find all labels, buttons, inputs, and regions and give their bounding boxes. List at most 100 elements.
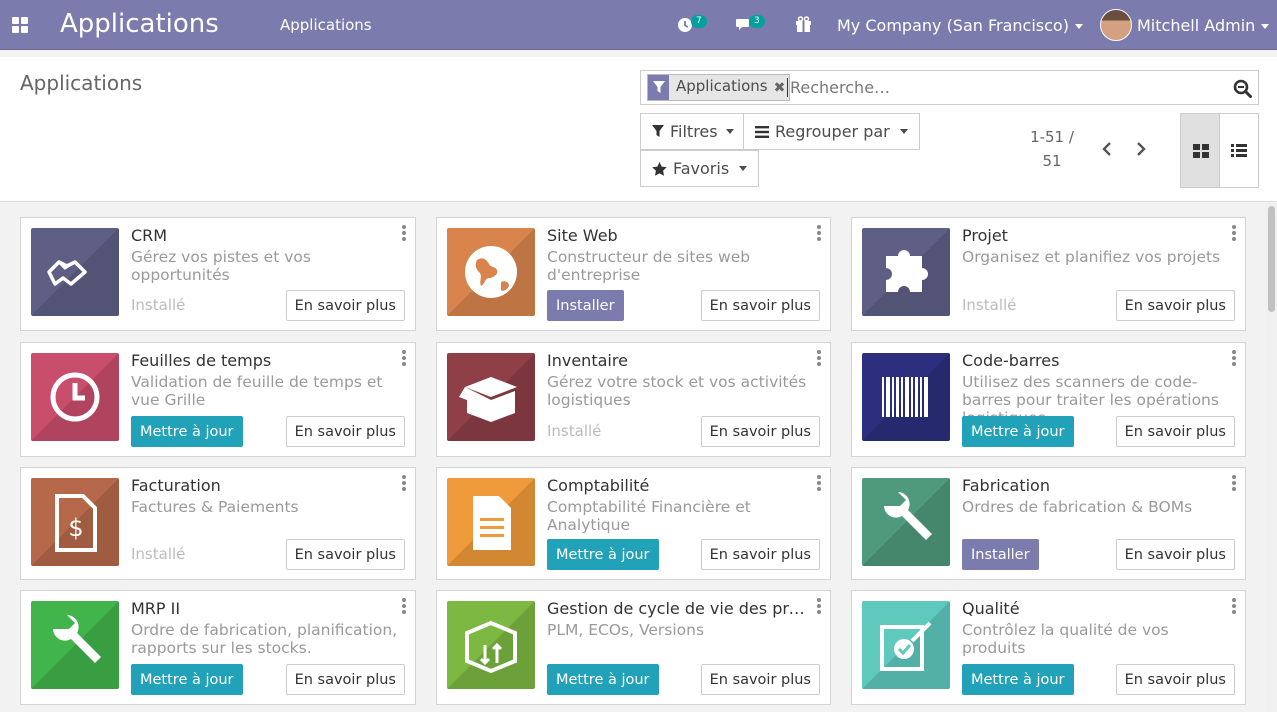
app-card[interactable]: MRP II Ordre de fabrication, planificatio…: [20, 590, 416, 705]
app-icon-tile: [862, 353, 950, 441]
app-icon-tile: [862, 478, 950, 566]
install-button[interactable]: Installer: [547, 290, 624, 321]
handshake-icon: [31, 228, 119, 316]
svg-text:$: $: [68, 514, 83, 542]
filters-button[interactable]: Filtres: [640, 113, 746, 150]
list-icon: [755, 125, 769, 138]
groupby-button[interactable]: Regrouper par: [743, 113, 920, 150]
avatar[interactable]: [1100, 9, 1132, 41]
pager-previous-icon[interactable]: [1101, 141, 1113, 157]
card-menu-icon[interactable]: [817, 475, 821, 493]
app-icon-tile: $: [31, 478, 119, 566]
install-button[interactable]: Installer: [962, 539, 1039, 570]
learn-more-button[interactable]: En savoir plus: [700, 539, 820, 570]
app-switcher-icon[interactable]: [12, 17, 28, 33]
card-menu-icon[interactable]: [402, 350, 406, 368]
favorites-button[interactable]: Favoris: [640, 150, 760, 187]
company-name: My Company (San Francisco): [837, 16, 1069, 35]
wrench-icon: [31, 601, 119, 689]
app-description: PLM, ECOs, Versions: [547, 621, 705, 639]
filters-label: Filtres: [670, 122, 718, 141]
app-icon-tile: [31, 228, 119, 316]
user-name: Mitchell Admin: [1137, 16, 1256, 35]
app-description: Validation de feuille de temps et vue Gr…: [131, 373, 383, 409]
card-menu-icon[interactable]: [817, 225, 821, 243]
message-count-badge: 3: [749, 15, 765, 28]
upgrade-button[interactable]: Mettre à jour: [131, 664, 243, 695]
app-description: Gérez vos pistes et vos opportunités: [131, 248, 311, 284]
card-menu-icon[interactable]: [1232, 598, 1236, 616]
upgrade-button[interactable]: Mettre à jour: [547, 664, 659, 695]
wrench-icon: [862, 478, 950, 566]
app-icon-tile: [447, 601, 535, 689]
app-name: Comptabilité: [547, 476, 650, 495]
learn-more-button[interactable]: En savoir plus: [285, 664, 405, 695]
app-card[interactable]: Gestion de cycle de vie des pro… PLM, ECO…: [436, 590, 831, 705]
app-card[interactable]: Fabrication Ordres de fabrication & BOMs I…: [851, 467, 1246, 580]
upgrade-button[interactable]: Mettre à jour: [962, 664, 1074, 695]
learn-more-button[interactable]: En savoir plus: [285, 539, 405, 570]
app-card[interactable]: Projet Organisez et planifiez vos projets…: [851, 217, 1246, 331]
app-status: Installé: [131, 545, 186, 563]
kanban-view-button[interactable]: [1180, 113, 1220, 188]
card-menu-icon[interactable]: [1232, 350, 1236, 368]
app-card[interactable]: Site Web Constructeur de sites web d'entr…: [436, 217, 831, 331]
learn-more-button[interactable]: En savoir plus: [700, 290, 820, 321]
app-card[interactable]: Comptabilité Comptabilité Financière et A…: [436, 467, 831, 580]
scrollbar-thumb[interactable]: [1268, 206, 1275, 312]
company-switcher[interactable]: My Company (San Francisco): [837, 16, 1083, 35]
learn-more-button[interactable]: En savoir plus: [1115, 539, 1235, 570]
card-menu-icon[interactable]: [402, 475, 406, 493]
app-card[interactable]: $ Facturation Factures & Paiements Install…: [20, 467, 416, 580]
search-icon[interactable]: [1233, 79, 1252, 98]
app-description: Contrôlez la qualité de vos produits: [962, 621, 1169, 657]
app-icon-tile: [862, 228, 950, 316]
scrollbar[interactable]: [1266, 202, 1277, 712]
quality-check-icon: [862, 601, 950, 689]
app-description: Ordres de fabrication & BOMs: [962, 498, 1193, 516]
pager-value[interactable]: 1-51 / 51: [1030, 125, 1074, 173]
nav-menu-applications[interactable]: Applications: [280, 16, 372, 34]
app-status: Installé: [962, 296, 1017, 314]
learn-more-button[interactable]: En savoir plus: [1115, 416, 1235, 447]
user-menu[interactable]: Mitchell Admin: [1137, 16, 1270, 35]
app-card[interactable]: Qualité Contrôlez la qualité de vos produ…: [851, 590, 1246, 705]
card-menu-icon[interactable]: [1232, 225, 1236, 243]
learn-more-button[interactable]: En savoir plus: [1115, 664, 1235, 695]
search-facet: Applications ✖: [647, 74, 791, 101]
card-menu-icon[interactable]: [817, 350, 821, 368]
breadcrumb: Applications: [20, 71, 143, 95]
learn-more-button[interactable]: En savoir plus: [285, 416, 405, 447]
barcode-icon: [862, 353, 950, 441]
learn-more-button[interactable]: En savoir plus: [1115, 290, 1235, 321]
app-icon-tile: [862, 601, 950, 689]
upgrade-button[interactable]: Mettre à jour: [962, 416, 1074, 447]
gift-button[interactable]: [795, 13, 812, 37]
messages-button[interactable]: 3: [735, 13, 765, 37]
control-panel: Applications Applications ✖ Recherche… F…: [0, 57, 1277, 202]
pager-next-icon[interactable]: [1135, 141, 1147, 157]
card-menu-icon[interactable]: [1232, 475, 1236, 493]
groupby-label: Regrouper par: [775, 122, 890, 141]
app-card[interactable]: Inventaire Gérez votre stock et vos activ…: [436, 342, 831, 457]
app-name: Projet: [962, 226, 1008, 245]
learn-more-button[interactable]: En savoir plus: [700, 664, 820, 695]
gift-icon: [796, 16, 811, 32]
upgrade-button[interactable]: Mettre à jour: [131, 416, 243, 447]
list-view-button[interactable]: [1219, 113, 1259, 188]
app-card[interactable]: Code-barres Utilisez des scanners de code…: [851, 342, 1246, 457]
app-name: CRM: [131, 226, 168, 245]
learn-more-button[interactable]: En savoir plus: [700, 416, 820, 447]
card-menu-icon[interactable]: [817, 598, 821, 616]
favorites-label: Favoris: [673, 159, 730, 178]
upgrade-button[interactable]: Mettre à jour: [547, 539, 659, 570]
learn-more-button[interactable]: En savoir plus: [285, 290, 405, 321]
app-card[interactable]: CRM Gérez vos pistes et vos opportunités I…: [20, 217, 416, 331]
search-input[interactable]: Recherche…: [787, 78, 890, 97]
app-card[interactable]: Feuilles de temps Validation de feuille d…: [20, 342, 416, 457]
app-name: Feuilles de temps: [131, 351, 272, 370]
card-menu-icon[interactable]: [402, 598, 406, 616]
card-menu-icon[interactable]: [402, 225, 406, 243]
activity-button[interactable]: 7: [677, 13, 707, 37]
search-bar[interactable]: Applications ✖ Recherche…: [640, 70, 1259, 105]
